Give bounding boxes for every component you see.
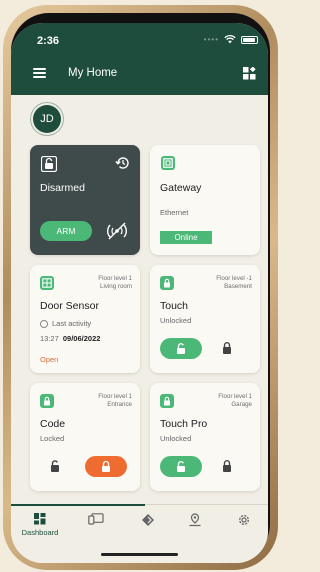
room-label: Basement: [224, 283, 252, 290]
device-location: Floor level 1 Garage: [218, 393, 252, 409]
unlock-icon: [177, 461, 185, 472]
touch-card[interactable]: Floor level -1 Basement Touch Unlocked: [150, 265, 260, 373]
signal-icon: ••••: [203, 35, 219, 44]
unlock-button[interactable]: [160, 338, 202, 359]
wifi-icon: [224, 35, 236, 44]
lock-device-icon: [160, 394, 174, 408]
dashboard-content: JD Disarmed ARM Gateway Ethernet Online …: [19, 95, 260, 504]
automation-icon: [142, 514, 154, 526]
last-activity-label: Last activity: [52, 319, 92, 328]
unlock-button[interactable]: [160, 456, 202, 477]
alarm-off-icon[interactable]: [106, 222, 128, 240]
dashboard-icon: [34, 513, 46, 525]
touch-pro-title: Touch Pro: [160, 418, 208, 430]
devices-icon: [88, 513, 104, 525]
home-indicator: [101, 553, 178, 556]
touch-pro-card[interactable]: Floor level 1 Garage Touch Pro Unlocked: [150, 383, 260, 491]
location-pin-icon: [189, 513, 201, 527]
floor-label: Floor level 1: [98, 275, 132, 282]
device-location: Floor level -1 Basement: [216, 275, 252, 291]
lock-button-icon[interactable]: [220, 459, 234, 473]
active-tab-indicator: [11, 504, 145, 506]
gateway-icon: [161, 156, 175, 170]
lock-button-icon[interactable]: [220, 341, 234, 355]
unlock-button-icon[interactable]: [48, 459, 62, 473]
tab-dashboard-label: Dashboard: [21, 528, 59, 537]
menu-icon[interactable]: [33, 68, 46, 78]
battery-icon: [241, 35, 258, 44]
tab-devices[interactable]: [76, 513, 116, 525]
touch-state: Unlocked: [160, 316, 192, 325]
unlock-icon: [177, 343, 185, 354]
gateway-card[interactable]: Gateway Ethernet Online: [150, 145, 260, 255]
door-state: Open: [40, 355, 59, 364]
device-location: Floor level 1 Living room: [98, 275, 132, 291]
lock-icon: [102, 461, 110, 472]
floor-label: Floor level 1: [98, 393, 132, 400]
avatar[interactable]: JD: [33, 105, 61, 133]
widgets-icon[interactable]: [243, 67, 256, 80]
arm-button-label: ARM: [56, 226, 76, 236]
app-header: 2:36 •••• My Home: [11, 23, 268, 95]
alarm-card[interactable]: Disarmed ARM: [30, 145, 140, 255]
touch-title: Touch: [160, 300, 189, 312]
floor-label: Floor level 1: [218, 393, 252, 400]
page-title: My Home: [68, 67, 118, 79]
tab-settings[interactable]: [224, 513, 264, 527]
arm-button[interactable]: ARM: [40, 221, 92, 241]
tab-automations[interactable]: [128, 513, 168, 527]
gateway-title: Gateway: [160, 182, 202, 194]
status-badge: Online: [160, 231, 212, 244]
alarm-status: Disarmed: [40, 182, 85, 194]
clock-icon: [40, 319, 48, 328]
lock-device-icon: [40, 394, 54, 408]
activity-time: 13:27: [40, 334, 59, 343]
app-screen: 2:36 •••• My Home JD Disarmed ARM Gatewa…: [11, 23, 268, 563]
unlock-icon: [41, 156, 57, 172]
last-activity-time: 13:27 09/06/2022: [40, 334, 100, 343]
gateway-connection: Ethernet: [160, 208, 189, 217]
code-title: Code: [40, 418, 66, 430]
door-sensor-icon: [40, 276, 54, 290]
room-label: Garage: [231, 401, 252, 408]
status-time: 2:36: [37, 35, 60, 47]
tab-dashboard[interactable]: Dashboard: [20, 513, 60, 537]
lock-button[interactable]: [85, 456, 127, 477]
tab-locations[interactable]: [175, 513, 215, 527]
code-state: Locked: [40, 434, 65, 443]
touch-pro-state: Unlocked: [160, 434, 192, 443]
room-label: Living room: [100, 283, 132, 290]
floor-label: Floor level -1: [216, 275, 252, 282]
history-icon[interactable]: [115, 156, 129, 170]
room-label: Entrance: [107, 401, 132, 408]
code-card[interactable]: Floor level 1 Entrance Code Locked: [30, 383, 140, 491]
activity-date: 09/06/2022: [62, 334, 101, 343]
door-sensor-card[interactable]: Floor level 1 Living room Door Sensor La…: [30, 265, 140, 373]
door-sensor-title: Door Sensor: [40, 300, 99, 312]
status-icons: ••••: [204, 35, 258, 44]
lock-device-icon: [160, 276, 174, 290]
device-location: Floor level 1 Entrance: [98, 393, 132, 409]
gear-icon: [239, 515, 249, 525]
last-activity-row: Last activity: [40, 319, 91, 328]
